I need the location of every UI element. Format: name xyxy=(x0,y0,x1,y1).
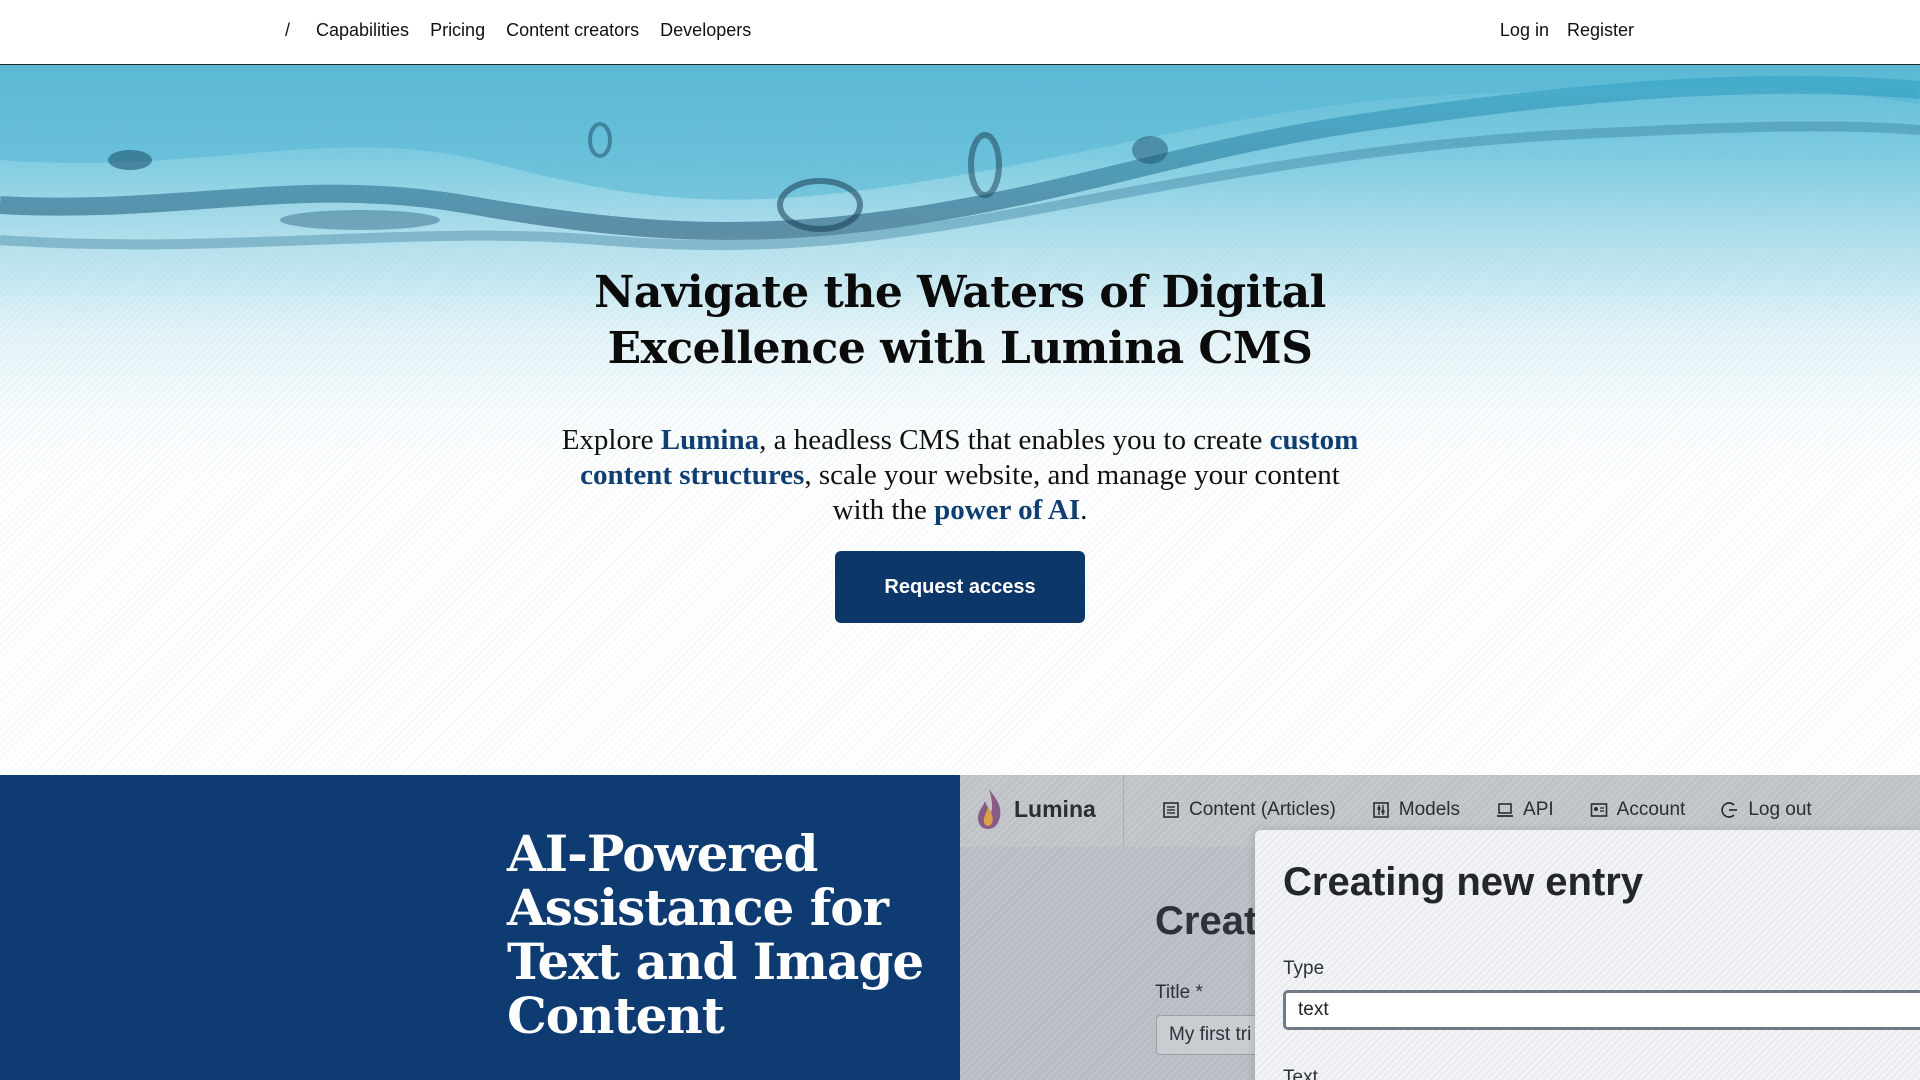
app-brand: Lumina xyxy=(974,787,1096,831)
menu-item-label: Log out xyxy=(1748,799,1812,820)
primary-nav: Capabilities Pricing Content creators De… xyxy=(316,20,751,41)
logout-icon xyxy=(1721,802,1738,818)
hero-section: Navigate the Waters of Digital Excellenc… xyxy=(0,65,1920,775)
menu-item-api[interactable]: API xyxy=(1496,799,1554,821)
lead-highlight-lumina: Lumina xyxy=(660,424,760,456)
feature-title: AI-Powered Assistance for Text and Image… xyxy=(507,824,924,1045)
app-screenshot: Lumina Content (Articles) Models API Acc… xyxy=(960,775,1920,1080)
flame-logo-icon xyxy=(978,789,1001,829)
lead-text: . xyxy=(1080,494,1088,526)
modal-title: Creating new entry xyxy=(1283,860,1644,904)
laptop-icon xyxy=(1497,803,1514,817)
app-menu: Content (Articles) Models API Account Lo… xyxy=(1162,799,1812,821)
nav-link-capabilities[interactable]: Capabilities xyxy=(316,20,409,41)
id-card-icon xyxy=(1590,803,1607,817)
hero-title: Navigate the Waters of Digital Excellenc… xyxy=(594,267,1326,374)
menu-item-content[interactable]: Content (Articles) xyxy=(1162,799,1336,821)
menu-item-label: API xyxy=(1523,799,1554,820)
request-access-button[interactable]: Request access xyxy=(835,551,1085,623)
menu-item-models[interactable]: Models xyxy=(1372,799,1460,821)
menu-item-logout[interactable]: Log out xyxy=(1721,799,1812,821)
nav-link-content-creators[interactable]: Content creators xyxy=(506,20,639,41)
auth-nav: Log in Register xyxy=(1500,20,1634,41)
nav-link-developers[interactable]: Developers xyxy=(660,20,751,41)
hero-lead: Explore Lumina, a headless CMS that enab… xyxy=(560,423,1360,528)
type-input[interactable]: text xyxy=(1283,990,1920,1030)
water-wave-image xyxy=(0,65,1920,251)
lead-highlight-ai: power of AI xyxy=(934,494,1081,526)
list-icon xyxy=(1163,802,1179,818)
menu-item-label: Account xyxy=(1616,799,1686,820)
lead-text: Explore xyxy=(561,424,661,456)
login-link[interactable]: Log in xyxy=(1500,20,1549,41)
menu-item-label: Models xyxy=(1398,799,1461,820)
menu-item-account[interactable]: Account xyxy=(1590,799,1686,821)
text-label: Text xyxy=(1283,1067,1318,1080)
top-nav: / Capabilities Pricing Content creators … xyxy=(0,0,1920,65)
app-brand-name: Lumina xyxy=(1014,795,1096,822)
new-entry-modal: Creating new entry Type text Text xyxy=(1255,830,1920,1080)
background-title-label: Title * xyxy=(1155,982,1203,1003)
lead-text: , a headless CMS that enables you to cre… xyxy=(759,424,1270,456)
header-divider xyxy=(1123,775,1124,847)
feature-text-panel: AI-Powered Assistance for Text and Image… xyxy=(0,775,960,1080)
home-link[interactable]: / xyxy=(285,20,290,41)
register-link[interactable]: Register xyxy=(1567,20,1634,41)
background-form-title: Creat xyxy=(1155,899,1258,943)
menu-item-label: Content (Articles) xyxy=(1189,799,1336,820)
nav-link-pricing[interactable]: Pricing xyxy=(430,20,485,41)
feature-section: AI-Powered Assistance for Text and Image… xyxy=(0,775,1920,1080)
sliders-icon xyxy=(1372,802,1389,818)
type-label: Type xyxy=(1283,958,1325,979)
